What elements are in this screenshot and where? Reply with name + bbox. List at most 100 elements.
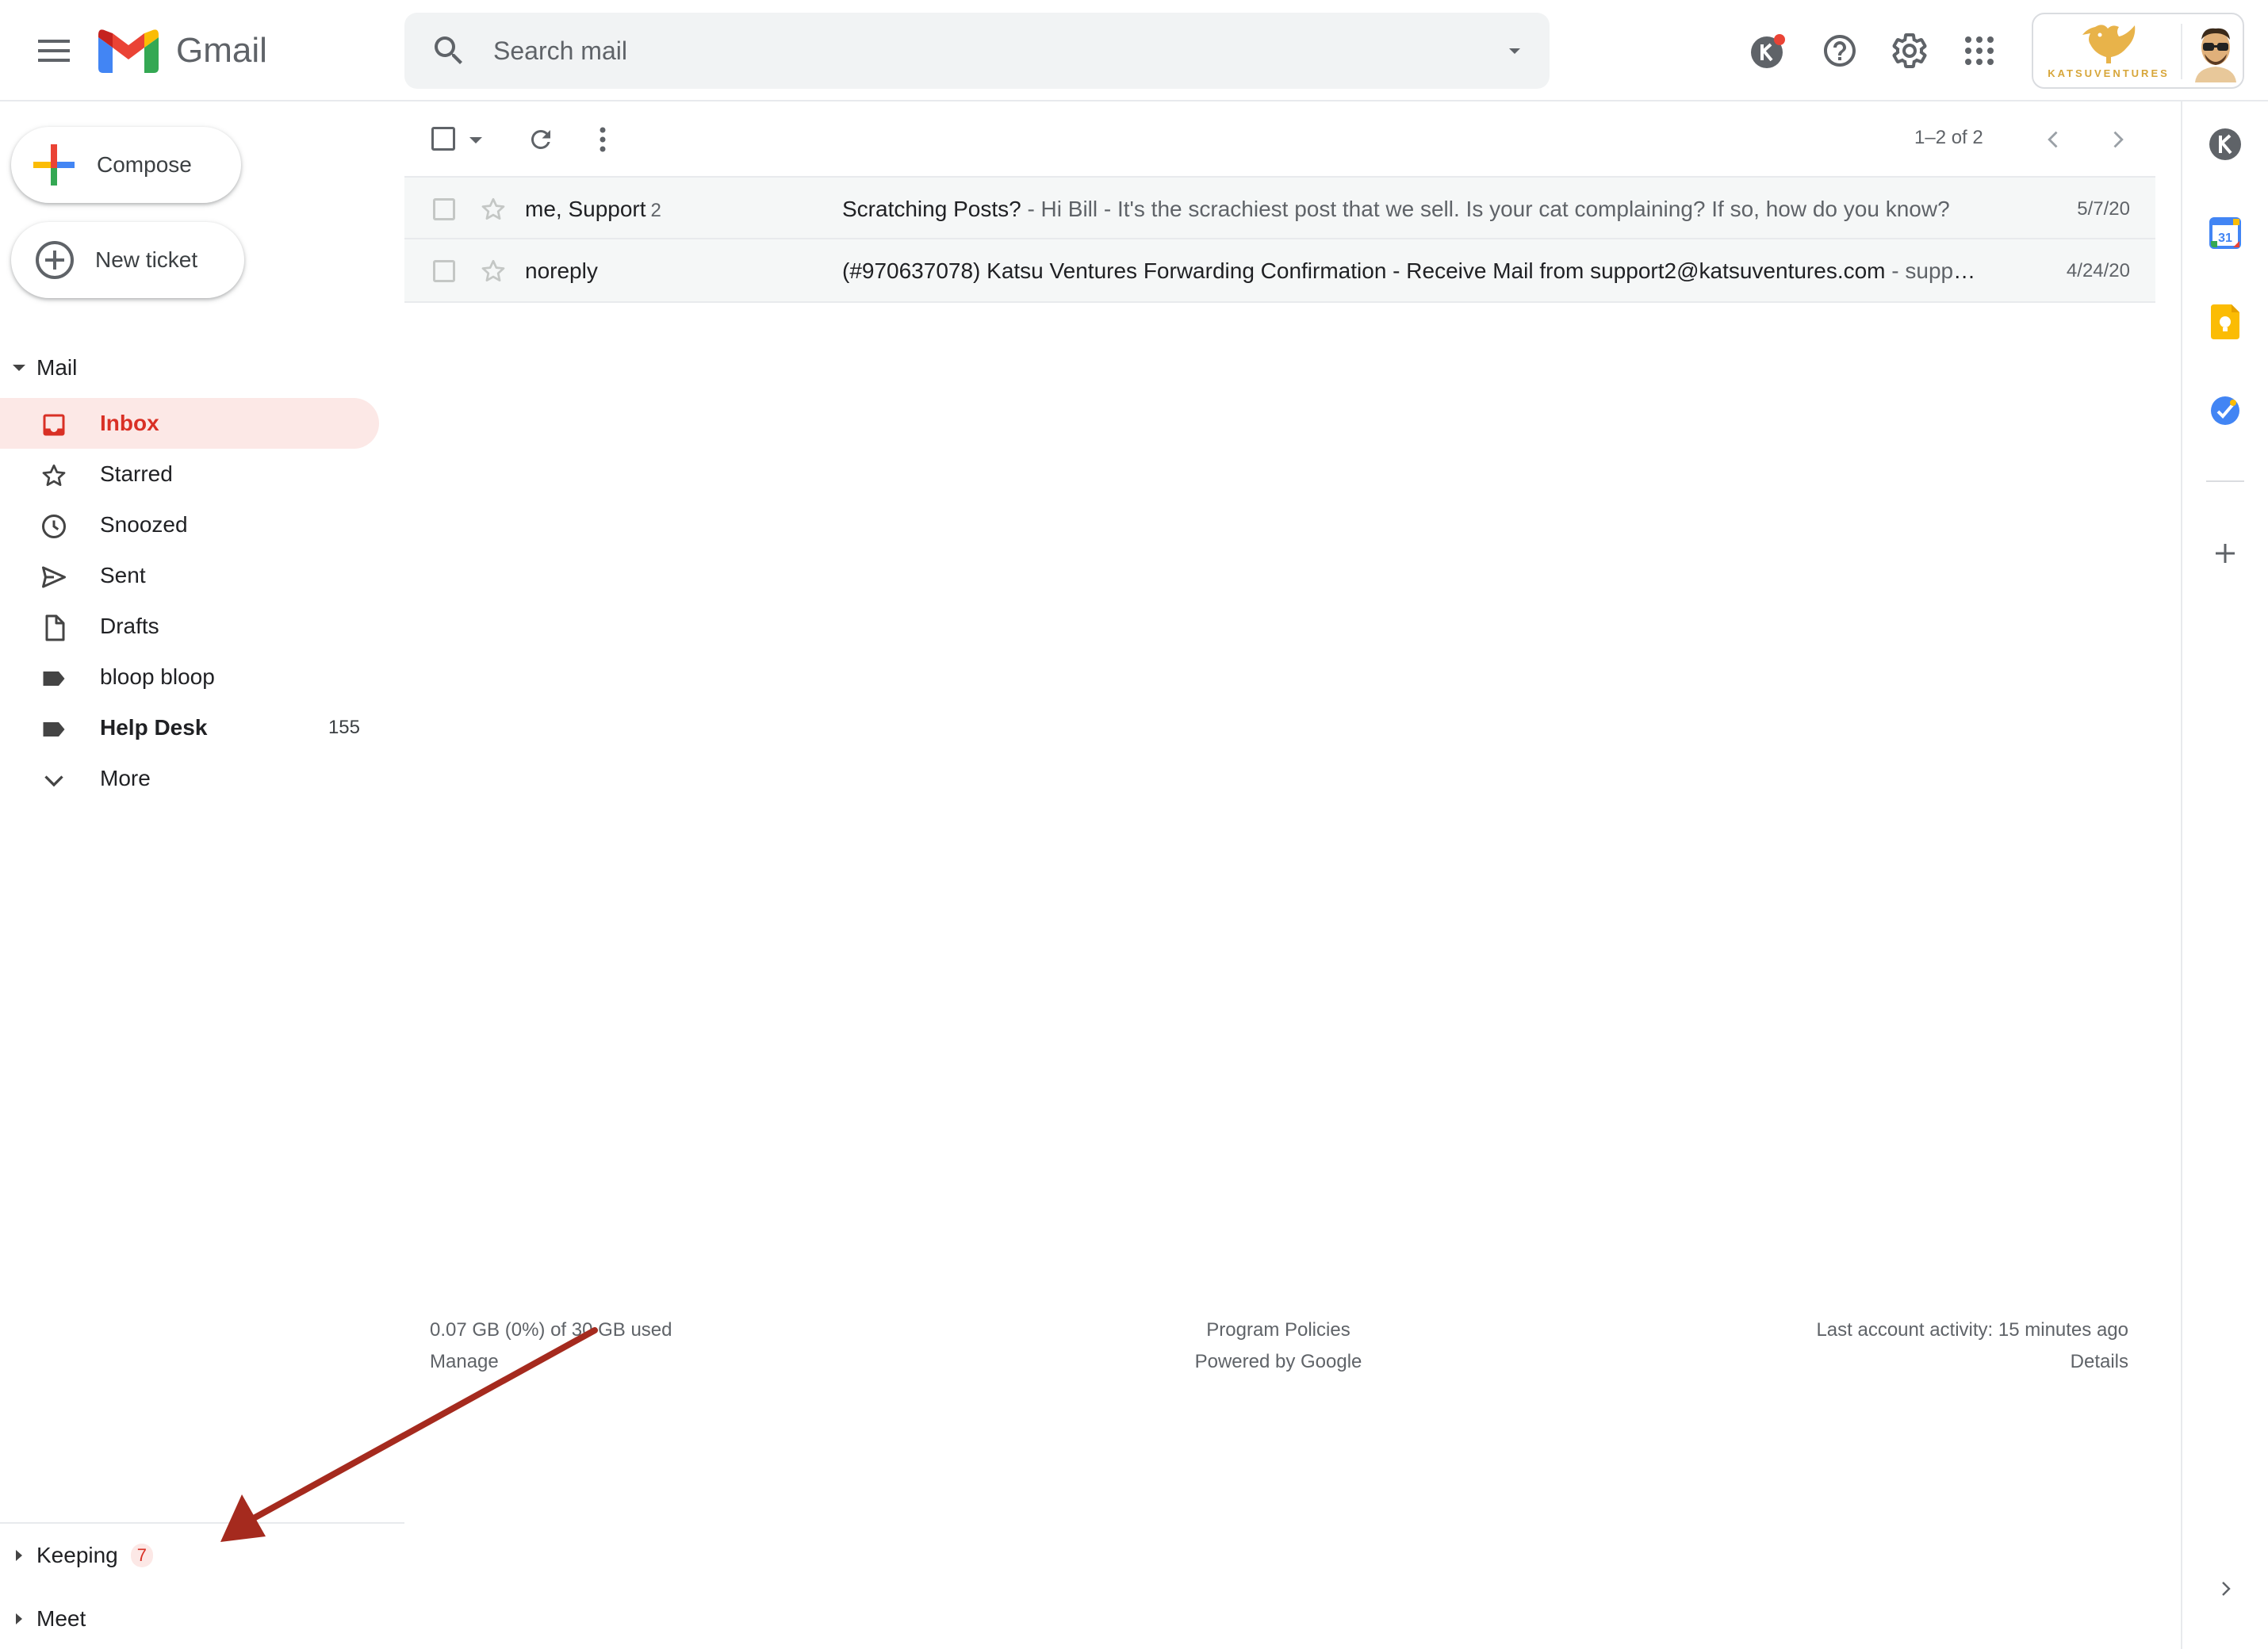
chevron-down-icon (40, 766, 68, 794)
brand-text: KATSUVENTURES (2048, 67, 2170, 79)
keeping-label: Keeping (36, 1543, 118, 1567)
mail-section-toggle[interactable]: Mail (0, 346, 77, 390)
hide-side-panel-button[interactable] (2206, 1570, 2244, 1608)
table-row[interactable]: me, Support 2 Scratching Posts? - Hi Bill… (404, 176, 2155, 239)
new-ticket-label: New ticket (95, 247, 198, 272)
main-menu-button[interactable] (29, 25, 79, 76)
triangle-right-icon (16, 1613, 22, 1624)
email-subject: Scratching Posts? (842, 197, 1021, 221)
support-button[interactable] (1814, 25, 1865, 76)
label-icon (40, 715, 68, 744)
powered-by-text: Powered by Google (1194, 1351, 1362, 1372)
sidebar-item-help-desk[interactable]: Help Desk 155 (0, 702, 379, 753)
mail-section-label: Mail (36, 355, 78, 380)
star-icon (40, 461, 68, 490)
google-apps-button[interactable] (1954, 25, 2005, 76)
more-vert-icon (600, 127, 606, 152)
manage-storage-link[interactable]: Manage (430, 1346, 672, 1378)
sidebar-item-inbox[interactable]: Inbox (0, 398, 379, 449)
row-star-button[interactable] (479, 257, 508, 285)
compose-label: Compose (97, 152, 192, 177)
newer-button[interactable] (2036, 122, 2071, 157)
mail-toolbar: 1–2 of 2 (404, 103, 2155, 176)
email-list: me, Support 2 Scratching Posts? - Hi Bill… (404, 176, 2155, 303)
search-button[interactable] (430, 32, 468, 70)
add-circle-icon (36, 241, 74, 279)
send-icon (40, 563, 68, 591)
sidebar-divider (0, 1522, 404, 1524)
sidebar-item-sent[interactable]: Sent (0, 550, 379, 601)
older-button[interactable] (2100, 122, 2135, 157)
row-star-button[interactable] (479, 195, 508, 224)
email-date: 4/24/20 (2066, 260, 2130, 281)
mail-nav: Inbox Starred Snoozed Sent Drafts bloop … (0, 398, 379, 804)
select-options-button[interactable] (468, 135, 484, 146)
settings-button[interactable] (1884, 25, 1935, 76)
sidebar-item-label: Inbox (100, 411, 159, 435)
gear-icon (1892, 33, 1927, 68)
top-header: Gmail Search mail KATSUVENTURES (0, 0, 2268, 101)
sidebar-item-drafts[interactable]: Drafts (0, 601, 379, 652)
meet-label: Meet (36, 1606, 86, 1631)
avatar[interactable] (2190, 22, 2241, 82)
triangle-right-icon (16, 1550, 22, 1561)
sender-name: noreply (525, 258, 598, 283)
storage-usage: 0.07 GB (0%) of 30 GB used (430, 1319, 672, 1341)
brand-divider (2181, 24, 2182, 79)
sidebar-item-label: Sent (100, 563, 146, 587)
katsu-ventures-logo: KATSUVENTURES (2041, 21, 2176, 84)
row-checkbox[interactable] (433, 260, 455, 282)
new-ticket-button[interactable]: New ticket (11, 222, 244, 298)
caret-down-icon (1509, 48, 1520, 54)
get-addons-button[interactable] (2206, 534, 2244, 572)
draft-icon (40, 614, 68, 642)
chevron-left-icon (2048, 131, 2058, 148)
katsu-addon-button[interactable] (2206, 125, 2244, 163)
rooster-icon (2082, 25, 2136, 63)
search-options-button[interactable] (1505, 41, 1524, 60)
email-snippet: - Hi Bill - It's the scrachiest post tha… (1021, 197, 1950, 221)
sidebar-item-starred[interactable]: Starred (0, 449, 379, 499)
tasks-addon-button[interactable] (2206, 392, 2244, 430)
program-policies-link[interactable]: Program Policies (1120, 1314, 1437, 1346)
row-checkbox[interactable] (433, 198, 455, 220)
gmail-logo[interactable]: Gmail (98, 25, 267, 76)
email-date: 5/7/20 (2077, 198, 2130, 220)
email-sender: noreply (525, 258, 603, 284)
clock-icon (40, 512, 68, 541)
sidebar-item-bloop-bloop[interactable]: bloop bloop (0, 652, 379, 702)
caret-down-icon (469, 137, 482, 143)
sidebar-item-label: Help Desk (100, 715, 208, 740)
side-panel: 31 (2181, 101, 2268, 1649)
keep-addon-button[interactable] (2206, 303, 2244, 341)
table-row[interactable]: noreply (#970637078) Katsu Ventures Forw… (404, 239, 2155, 303)
sidebar-item-more[interactable]: More (0, 753, 379, 804)
more-actions-button[interactable] (585, 122, 620, 157)
apps-grid-icon (1965, 36, 1994, 65)
calendar-day: 31 (2218, 231, 2232, 245)
calendar-addon-button[interactable]: 31 (2206, 214, 2244, 252)
arrow-head-icon (220, 1494, 266, 1542)
refresh-button[interactable] (523, 122, 558, 157)
select-all-checkbox[interactable] (431, 127, 455, 151)
hamburger-icon (38, 40, 70, 62)
refresh-icon (531, 129, 550, 149)
chevron-right-icon (2222, 1582, 2231, 1596)
policies-footer: Program Policies Powered by Google (1120, 1314, 1437, 1378)
email-content: (#970637078) Katsu Ventures Forwarding C… (842, 258, 1984, 284)
meet-section-toggle[interactable]: Meet (0, 1597, 86, 1641)
gmail-m-icon (98, 29, 159, 73)
activity-details-link[interactable]: Details (1816, 1346, 2128, 1378)
email-sender: me, Support 2 (525, 197, 661, 222)
pagination-count: 1–2 of 2 (1914, 127, 1983, 148)
sidebar-item-snoozed[interactable]: Snoozed (0, 499, 379, 550)
keeping-section-toggle[interactable]: Keeping 7 (0, 1533, 154, 1578)
search-input[interactable] (493, 13, 1429, 89)
activity-footer: Last account activity: 15 minutes ago De… (1816, 1314, 2128, 1378)
last-activity-text: Last account activity: 15 minutes ago (1816, 1319, 2128, 1341)
katsu-extension-button[interactable] (1743, 25, 1794, 76)
star-icon (481, 197, 505, 220)
compose-button[interactable]: Compose (11, 127, 241, 203)
account-button[interactable]: KATSUVENTURES (2032, 13, 2244, 89)
sidebar-item-label: bloop bloop (100, 664, 215, 689)
